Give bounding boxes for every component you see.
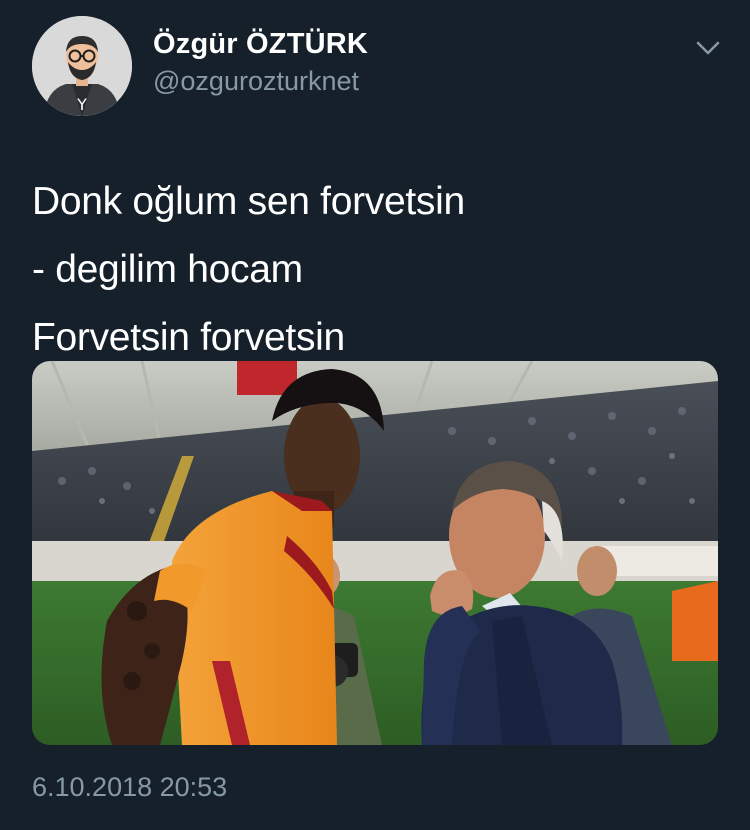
author-display-name[interactable]: Özgür ÖZTÜRK — [153, 28, 368, 61]
tweet-text-line: Donk oğlum sen forvetsin — [32, 180, 465, 223]
tweet-text-line: - degilim hocam — [32, 248, 303, 291]
tweet-photo[interactable] — [32, 361, 718, 745]
tweet-text: Donk oğlum sen forvetsin - degilim hocam… — [32, 168, 722, 372]
tweet-timestamp[interactable]: 6.10.2018 20:53 — [32, 772, 227, 803]
tweet-card: Y Özgür ÖZTÜRK @ozgurozturknet Donk oğlu… — [0, 0, 750, 830]
svg-text:Y: Y — [76, 95, 87, 114]
author-handle[interactable]: @ozgurozturknet — [153, 66, 359, 97]
chevron-down-icon[interactable] — [692, 36, 724, 60]
avatar-illustration-icon: Y — [32, 16, 132, 116]
author-avatar[interactable]: Y — [32, 16, 132, 116]
photo-coach-and-player — [32, 361, 718, 745]
